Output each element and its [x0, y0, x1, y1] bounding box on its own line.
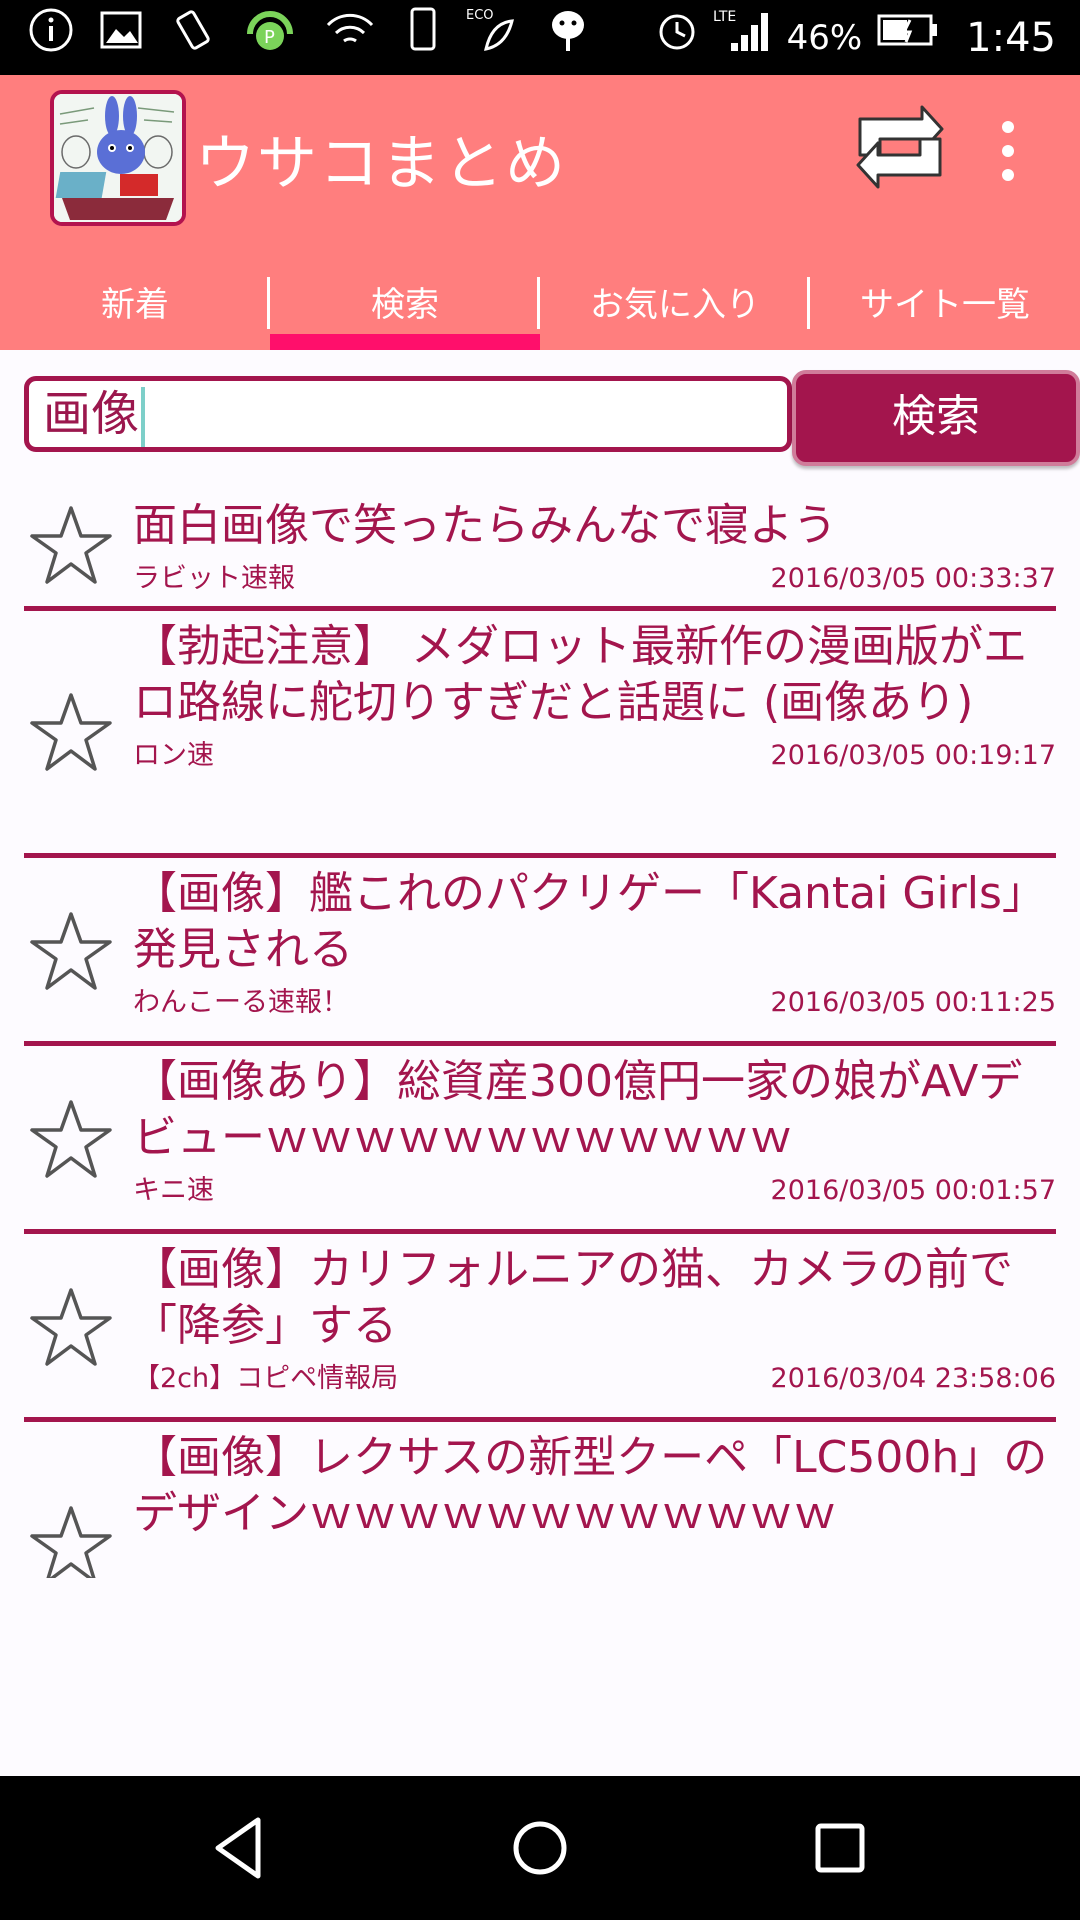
active-tab-indicator	[270, 334, 540, 350]
list-item[interactable]: 【画像】艦これのパクリゲー「Kantai Girls」発見される わんこーる速報…	[24, 858, 1056, 1046]
status-left-icons: P ECO	[28, 7, 590, 66]
item-source: 【2ch】コピペ情報局	[133, 1363, 399, 1394]
tab-bar: 新着 検索 お気に入り サイト一覧	[0, 265, 1080, 350]
item-source: ロン速	[133, 740, 214, 771]
item-title: 【勃起注意】 メダロット最新作の漫画版がエロ路線に舵切りすぎだと話題に (画像あ…	[133, 621, 1027, 728]
item-meta: ラビット速報 2016/03/05 00:33:37	[133, 554, 1056, 605]
info-icon	[28, 7, 74, 70]
star-icon[interactable]	[28, 1284, 114, 1370]
tab-label: 検索	[371, 285, 439, 325]
ad-area	[0, 1578, 1080, 1776]
item-meta: ロン速 2016/03/05 00:19:17	[133, 731, 1056, 782]
app-bar: ウサコまとめ 新着 検索 お気に入り サイト一覧	[0, 75, 1080, 350]
phone-icon	[402, 5, 442, 72]
battery-icon	[876, 10, 940, 67]
tab-favorites[interactable]: お気に入り	[540, 265, 810, 350]
item-meta: 【2ch】コピペ情報局 2016/03/04 23:58:06	[133, 1354, 1056, 1405]
item-title: 面白画像で笑ったらみんなで寝よう	[133, 500, 837, 551]
navigation-bar	[0, 1776, 1080, 1920]
list-item[interactable]: 【画像あり】総資産300億円一家の娘がAVデビューｗｗｗｗｗｗｗｗｗｗｗｗ キニ…	[24, 1046, 1056, 1234]
list-item[interactable]: 面白画像で笑ったらみんなで寝よう ラビット速報 2016/03/05 00:33…	[24, 490, 1056, 611]
more-dot-icon	[1002, 169, 1014, 181]
tab-label: サイト一覧	[860, 285, 1030, 325]
item-timestamp: 2016/03/05 00:19:17	[770, 740, 1056, 771]
eco-icon: ECO	[466, 5, 522, 72]
search-input-value: 画像	[43, 386, 140, 442]
tab-label: お気に入り	[590, 285, 760, 325]
refresh-icon	[856, 105, 944, 189]
tab-new[interactable]: 新着	[0, 265, 270, 350]
recents-icon[interactable]	[800, 1808, 880, 1888]
image-icon	[98, 7, 144, 70]
tab-search[interactable]: 検索	[270, 265, 540, 350]
star-icon[interactable]	[28, 502, 114, 588]
headset-icon: P	[242, 2, 298, 75]
item-timestamp: 2016/03/05 00:11:25	[770, 987, 1056, 1018]
item-timestamp: 2016/03/05 00:01:57	[770, 1175, 1056, 1206]
svg-text:ECO: ECO	[466, 8, 494, 23]
app-title: ウサコまとめ	[195, 129, 567, 199]
home-icon[interactable]	[500, 1808, 580, 1888]
back-icon[interactable]	[200, 1808, 280, 1888]
star-icon[interactable]	[28, 1502, 114, 1578]
search-button[interactable]: 検索	[792, 370, 1080, 466]
more-dot-icon	[1002, 121, 1014, 133]
item-source: ラビット速報	[133, 563, 295, 594]
list-item[interactable]: 【勃起注意】 メダロット最新作の漫画版がエロ路線に舵切りすぎだと話題に (画像あ…	[24, 611, 1056, 858]
item-meta: わんこーる速報！ 2016/03/05 00:11:25	[133, 978, 1056, 1029]
item-title: 【画像】カリフォルニアの猫、カメラの前で「降参」する	[133, 1244, 1013, 1351]
item-source: キニ速	[133, 1175, 214, 1206]
item-title: 【画像】艦これのパクリゲー「Kantai Girls」発見される	[133, 868, 1046, 975]
star-icon[interactable]	[28, 908, 114, 994]
results-list[interactable]: 面白画像で笑ったらみんなで寝よう ラビット速報 2016/03/05 00:33…	[24, 490, 1056, 1578]
star-icon[interactable]	[28, 689, 114, 775]
list-item[interactable]: 【画像】カリフォルニアの猫、カメラの前で「降参」する 【2ch】コピペ情報局 2…	[24, 1234, 1056, 1422]
clock: 1:45	[966, 15, 1056, 61]
battery-percent: 46%	[786, 18, 863, 58]
android-icon	[546, 5, 590, 72]
text-cursor	[141, 387, 146, 447]
tab-label: 新着	[101, 285, 169, 325]
search-input[interactable]: 画像	[24, 376, 792, 452]
search-row: 画像 検索	[24, 370, 1080, 466]
tab-site-list[interactable]: サイト一覧	[810, 265, 1080, 350]
svg-text:LTE: LTE	[713, 9, 736, 25]
item-timestamp: 2016/03/04 23:58:06	[770, 1363, 1056, 1394]
item-title: 【画像】レクサスの新型クーペ「LC500h」のデザインｗｗｗｗｗｗｗｗｗｗｗｗ	[133, 1432, 1048, 1539]
item-meta: キニ速 2016/03/05 00:01:57	[133, 1166, 1056, 1217]
refresh-button[interactable]	[852, 99, 948, 195]
more-dot-icon	[1002, 145, 1014, 157]
item-timestamp: 2016/03/05 00:33:37	[770, 563, 1056, 594]
alarm-icon	[655, 8, 699, 69]
status-right-icons: LTE 46% 1:45	[655, 8, 1056, 69]
svg-text:P: P	[264, 27, 275, 48]
list-item[interactable]: 【画像】レクサスの新型クーペ「LC500h」のデザインｗｗｗｗｗｗｗｗｗｗｗｗ	[24, 1422, 1056, 1578]
item-source: わんこーる速報！	[133, 987, 349, 1018]
signal-icon: LTE	[713, 5, 773, 72]
vibrate-icon	[168, 5, 218, 72]
star-icon[interactable]	[28, 1096, 114, 1182]
more-options-button[interactable]	[988, 111, 1028, 191]
status-bar: P ECO LTE 46% 1:45	[0, 0, 1080, 75]
item-title: 【画像あり】総資産300億円一家の娘がAVデビューｗｗｗｗｗｗｗｗｗｗｗｗ	[133, 1056, 1023, 1163]
app-logo[interactable]	[50, 90, 186, 226]
wifi-icon	[322, 5, 378, 72]
